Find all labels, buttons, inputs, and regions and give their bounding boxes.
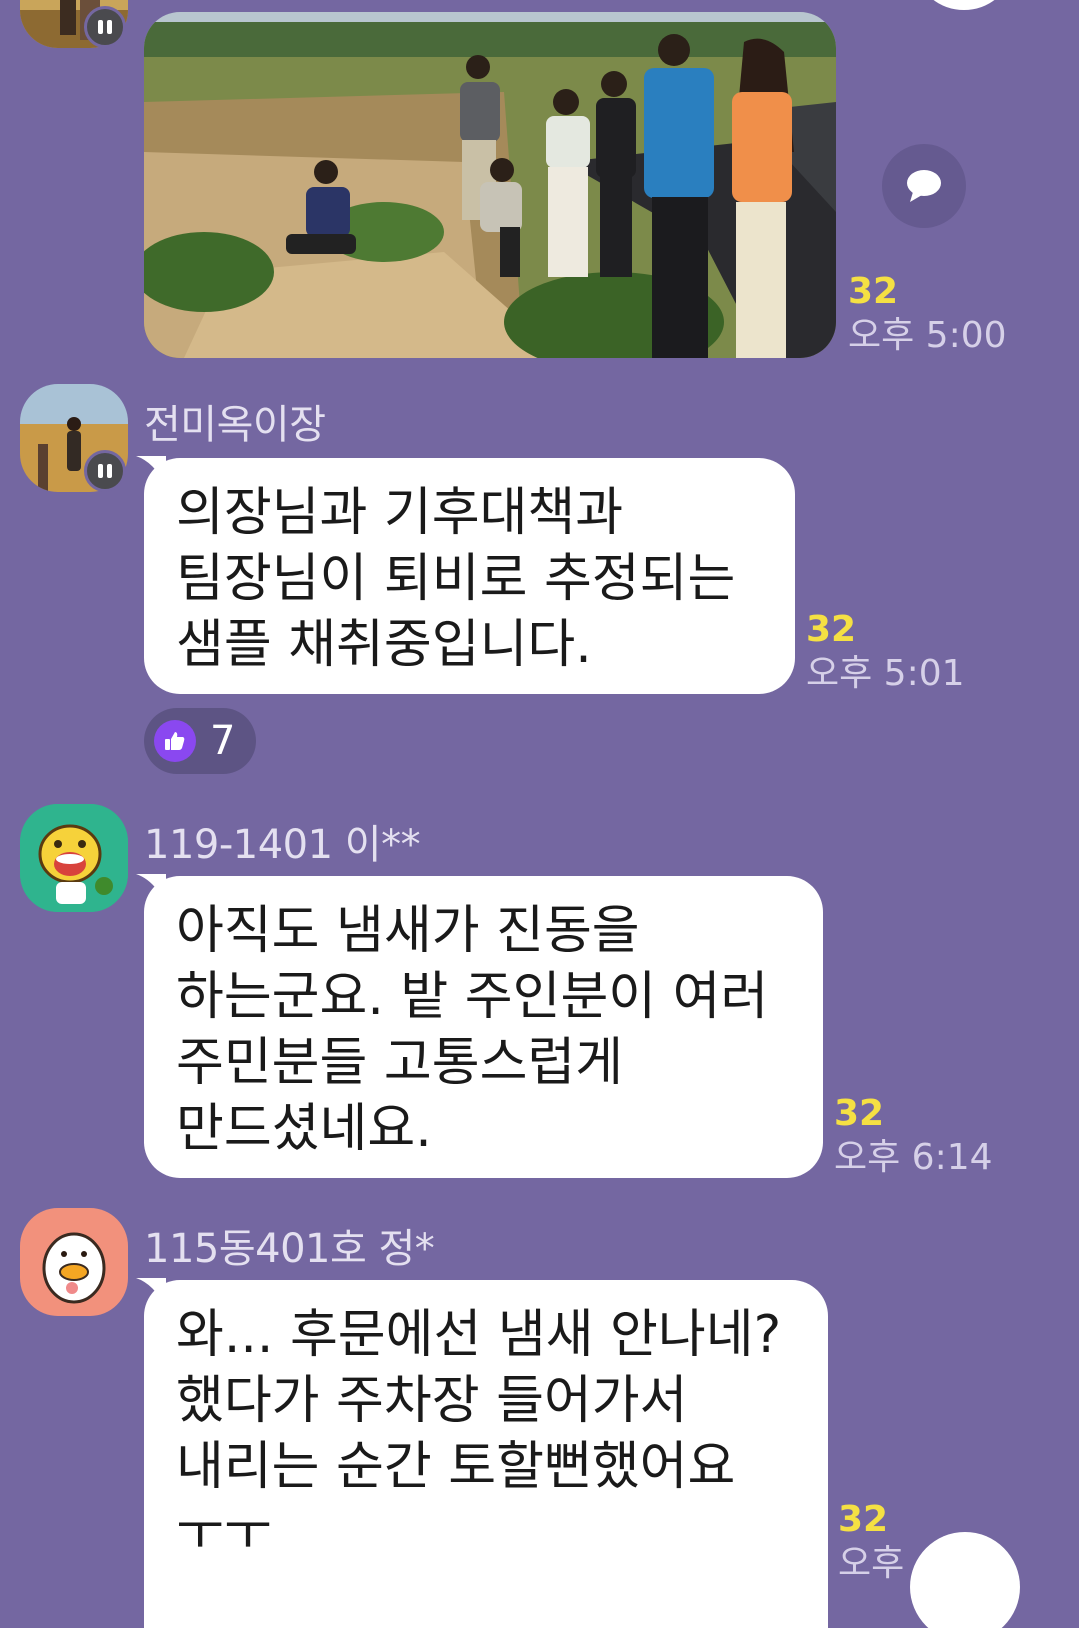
share-bubble-icon[interactable] bbox=[882, 144, 966, 228]
reaction-count: 7 bbox=[210, 718, 236, 764]
thumbs-up-icon bbox=[154, 720, 196, 762]
message-bubble[interactable]: 와... 후문에선 냄새 안나네? 했다가 주차장 들어가서 내리는 순간 토할… bbox=[144, 1280, 828, 1628]
message-time: 오후 6:14 bbox=[834, 1137, 993, 1178]
sender-name: 전미옥이장 bbox=[144, 402, 326, 448]
message-meta: 32 오후 5:00 bbox=[848, 270, 1007, 358]
sender-name: 119-1401 이** bbox=[144, 822, 421, 868]
unread-count: 32 bbox=[834, 1093, 885, 1134]
scroll-bottom-button[interactable] bbox=[910, 1532, 1020, 1628]
sender-name: 115동401호 정* bbox=[144, 1226, 435, 1272]
shared-photo[interactable] bbox=[144, 12, 836, 358]
message-meta: 32 오후 6:14 bbox=[834, 1092, 993, 1180]
message-time: 오후 5:00 bbox=[848, 315, 1007, 356]
unread-count: 32 bbox=[838, 1499, 889, 1540]
scroll-down-button[interactable] bbox=[918, 0, 1010, 10]
message-time: 오후 5:01 bbox=[806, 653, 965, 694]
chat-screen: 32 오후 5:00 전미옥이장 의장님과 기후대책과 팀장님이 퇴비로 추정되… bbox=[0, 0, 1079, 1628]
pause-badge-icon bbox=[84, 6, 126, 48]
avatar-lee[interactable] bbox=[20, 804, 128, 912]
message-bubble[interactable]: 의장님과 기후대책과 팀장님이 퇴비로 추정되는 샘플 채취중입니다. bbox=[144, 458, 795, 694]
message-meta: 32 오후 5:01 bbox=[806, 608, 965, 696]
avatar-jung[interactable] bbox=[20, 1208, 128, 1316]
message-time: 오후 bbox=[838, 1543, 905, 1584]
unread-count: 32 bbox=[806, 609, 857, 650]
message-meta: 32 오후 bbox=[838, 1498, 904, 1586]
pause-badge-icon bbox=[84, 450, 126, 492]
unread-count: 32 bbox=[848, 271, 899, 312]
reaction-chip[interactable]: 7 bbox=[144, 708, 256, 774]
message-bubble[interactable]: 아직도 냄새가 진동을 하는군요. 밭 주인분이 여러 주민분들 고통스럽게 만… bbox=[144, 876, 823, 1178]
